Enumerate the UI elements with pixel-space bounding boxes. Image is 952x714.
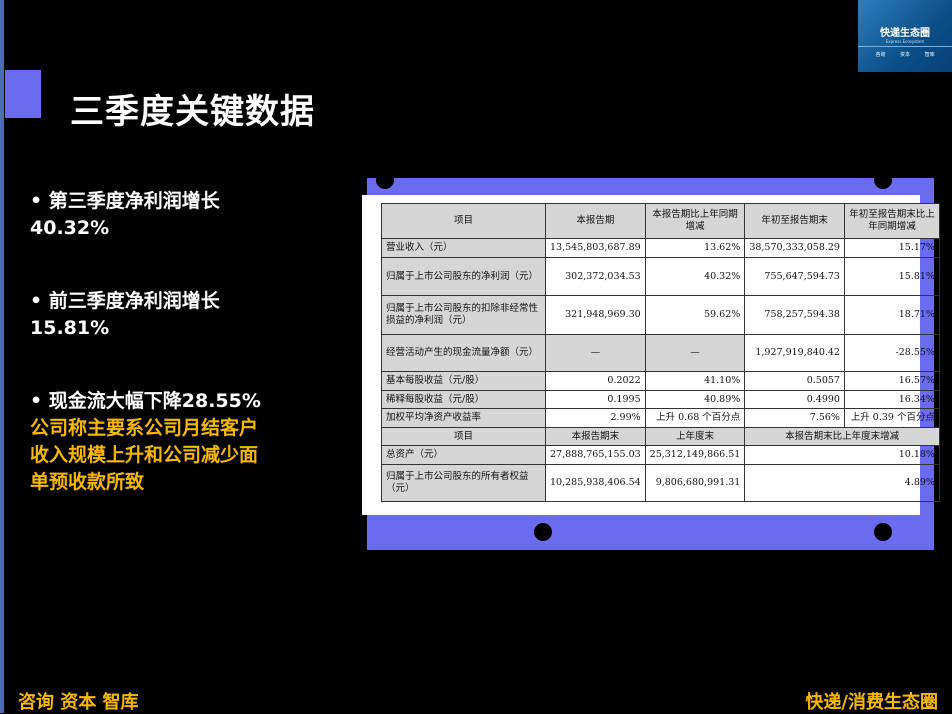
logo-tag: 咨询 xyxy=(875,52,886,58)
table-cell: 13.62% xyxy=(644,238,746,258)
row-label: 总资产（元） xyxy=(381,445,546,465)
table-cell: 7.56% xyxy=(744,408,845,428)
frame-dot xyxy=(874,171,892,189)
bullet-text: 40.32% xyxy=(30,217,110,239)
table-cell: 1,927,919,840.42 xyxy=(744,334,845,372)
row-label: 经营活动产生的现金流量净额（元） xyxy=(381,334,546,372)
table-row: 归属于上市公司股东的扣除非经常性损益的净利润（元） 321,948,969.30 5… xyxy=(381,295,940,335)
column-header: 项目 xyxy=(381,203,546,239)
bullet-note: 收入规模上升和公司减少面 xyxy=(30,444,259,466)
table-row: 总资产（元） 27,888,765,155.03 25,312,149,866.51… xyxy=(381,445,940,465)
table-cell: 0.2022 xyxy=(545,371,646,391)
table-cell: 15.17% xyxy=(843,238,940,258)
table-cell: 758,257,594.38 xyxy=(744,295,845,335)
column-header: 上年度末 xyxy=(644,427,746,446)
table-cell: 10,285,938,406.54 xyxy=(545,464,646,502)
bullet-text: • 前三季度净利润增长 xyxy=(30,290,220,312)
table-cell: 10.18% xyxy=(744,445,940,465)
table-cell: 59.62% xyxy=(644,295,746,335)
table-cell: 755,647,594.73 xyxy=(744,257,845,296)
table-cell: 40.32% xyxy=(644,257,746,296)
row-label: 归属于上市公司股东的所有者权益（元） xyxy=(381,464,546,502)
table-header-row: 项目 本报告期 本报告期比上年同期增减 年初至报告期末 年初至报告期末比上年同期… xyxy=(381,203,940,239)
logo-tag: 资本 xyxy=(899,52,910,58)
table-cell: 上升 0.68 个百分点 xyxy=(644,408,746,428)
table-cell: 38,570,333,058.29 xyxy=(744,238,845,258)
table-row: 稀释每股收益（元/股） 0.1995 40.89% 0.4990 16.34% xyxy=(381,390,940,409)
column-header: 本报告期 xyxy=(545,203,646,239)
table-cell: 27,888,765,155.03 xyxy=(545,445,646,465)
page-title: 三季度关键数据 xyxy=(70,92,315,132)
table-row: 基本每股收益（元/股） 0.2022 41.10% 0.5057 16.57% xyxy=(381,371,940,391)
bullet-note: 单预收款所致 xyxy=(30,471,145,493)
column-header: 年初至报告期末 xyxy=(744,203,845,239)
row-label: 基本每股收益（元/股） xyxy=(381,371,546,391)
frame-dot xyxy=(534,523,552,541)
column-header: 本报告期末 xyxy=(545,427,646,446)
financial-table: 项目 本报告期 本报告期比上年同期增减 年初至报告期末 年初至报告期末比上年同期… xyxy=(381,203,940,502)
table-cell: 0.1995 xyxy=(545,390,646,409)
bullet-text: • 现金流大幅下降28.55% xyxy=(30,390,261,412)
table-cell: 上升 0.39 个百分点 xyxy=(843,408,940,428)
row-label: 营业收入（元） xyxy=(381,238,546,258)
table-cell: 41.10% xyxy=(644,371,746,391)
frame-dot xyxy=(376,171,394,189)
footer-left: 咨询 资本 智库 xyxy=(18,692,139,713)
logo-tag: 智库 xyxy=(924,52,935,58)
row-label: 归属于上市公司股东的净利润（元） xyxy=(381,257,546,296)
table-cell: 16.34% xyxy=(843,390,940,409)
table-cell: 9,806,680,991.31 xyxy=(644,464,746,502)
column-header: 本报告期比上年同期增减 xyxy=(644,203,746,239)
logo-subtitle: Express Ecosystem xyxy=(885,39,925,44)
column-header: 年初至报告期末比上年同期增减 xyxy=(843,203,940,239)
table-cell: 321,948,969.30 xyxy=(545,295,646,335)
table-cell: — xyxy=(644,334,746,372)
row-label: 稀释每股收益（元/股） xyxy=(381,390,546,409)
title-accent xyxy=(5,70,41,118)
footer-right: 快递/消费生态圈 xyxy=(805,692,938,713)
table-cell: 18.71% xyxy=(843,295,940,335)
table-header-row: 项目 本报告期末 上年度末 本报告期末比上年度末增减 xyxy=(381,427,940,446)
table-cell: 4.89% xyxy=(744,464,940,502)
bullet-item: • 前三季度净利润增长 15.81% xyxy=(30,288,261,342)
table-row: 归属于上市公司股东的净利润（元） 302,372,034.53 40.32% 755,… xyxy=(381,257,940,296)
row-label: 加权平均净资产收益率 xyxy=(381,408,546,428)
bullet-item: • 现金流大幅下降28.55% 公司称主要系公司月结客户 收入规模上升和公司减少… xyxy=(30,388,261,496)
table-cell: 2.99% xyxy=(545,408,646,428)
bullet-list: • 第三季度净利润增长 40.32% • 前三季度净利润增长 15.81% • … xyxy=(30,188,261,496)
table-cell: 40.89% xyxy=(644,390,746,409)
table-row: 营业收入（元） 13,545,803,687.89 13.62% 38,570,333… xyxy=(381,238,940,258)
table-row: 加权平均净资产收益率 2.99% 上升 0.68 个百分点 7.56% 上升 0.39 … xyxy=(381,408,940,428)
table-row: 归属于上市公司股东的所有者权益（元） 10,285,938,406.54 9,806… xyxy=(381,464,940,502)
table-cell: 16.57% xyxy=(843,371,940,391)
logo: 快递生态圈 Express Ecosystem 咨询 资本 智库 xyxy=(858,0,952,72)
bullet-note: 公司称主要系公司月结客户 xyxy=(30,417,259,439)
bullet-text: • 第三季度净利润增长 xyxy=(30,190,220,212)
row-label: 归属于上市公司股东的扣除非经常性损益的净利润（元） xyxy=(381,295,546,335)
bullet-item: • 第三季度净利润增长 40.32% xyxy=(30,188,261,242)
table-cell: — xyxy=(545,334,646,372)
table-cell: 15.81% xyxy=(843,257,940,296)
table-row: 经营活动产生的现金流量净额（元） — —1,927,919,840.42 -28.55… xyxy=(381,334,940,372)
bullet-text: 15.81% xyxy=(30,317,110,339)
table-cell: 25,312,149,866.51 xyxy=(644,445,746,465)
logo-name: 快递生态圈 xyxy=(880,28,930,39)
table-cell: 302,372,034.53 xyxy=(545,257,646,296)
table-cell: 13,545,803,687.89 xyxy=(545,238,646,258)
table-cell: -28.55% xyxy=(843,334,940,372)
table-cell: 0.4990 xyxy=(744,390,845,409)
column-header: 项目 xyxy=(381,427,546,446)
left-edge xyxy=(0,0,4,713)
column-header: 本报告期末比上年度末增减 xyxy=(744,427,940,446)
table-cell: 0.5057 xyxy=(744,371,845,391)
frame-dot xyxy=(874,523,892,541)
